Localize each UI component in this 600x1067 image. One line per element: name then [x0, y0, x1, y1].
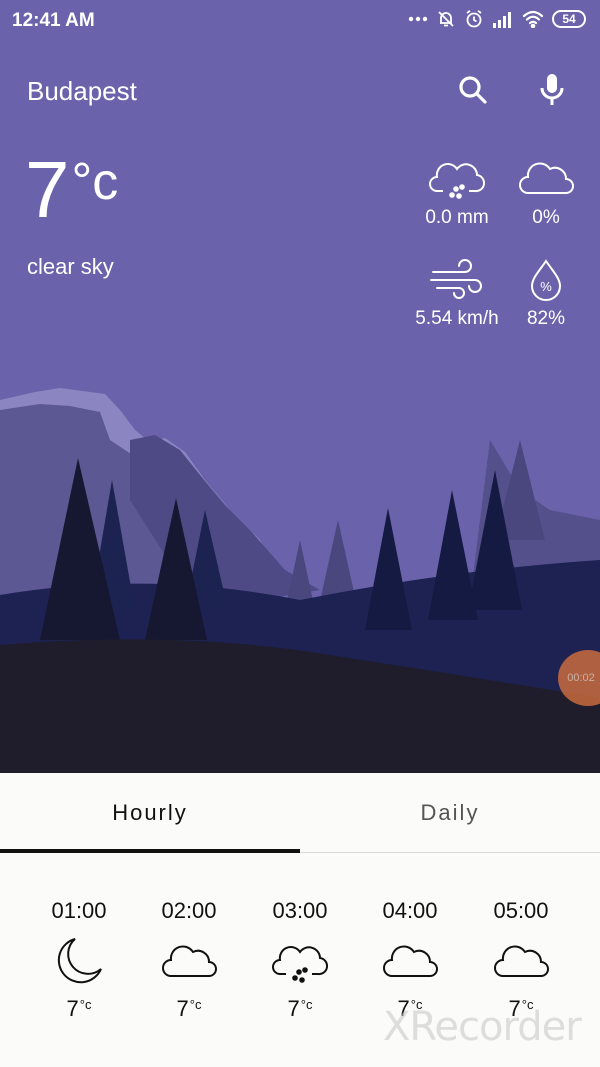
- hourly-temp-unit: °c: [300, 997, 313, 1012]
- hourly-time: 04:00: [382, 898, 438, 923]
- cloud-icon: [494, 945, 549, 977]
- signal-icon: [492, 10, 514, 28]
- recording-time: 00:02: [567, 672, 595, 684]
- city-name: Budapest: [27, 76, 137, 106]
- temperature-unit: °c: [71, 153, 119, 211]
- hourly-temperature: 7 °c: [67, 996, 92, 1022]
- status-bar: 12:41 AM 54: [0, 0, 600, 42]
- weather-condition: clear sky: [27, 254, 114, 279]
- hourly-temp-unit: °c: [189, 997, 202, 1012]
- hourly-time: 01:00: [51, 898, 107, 923]
- cloudiness-metric: 0%: [506, 157, 586, 229]
- alarm-icon: [464, 9, 484, 29]
- svg-text:%: %: [540, 279, 552, 294]
- wind-icon: [430, 259, 482, 299]
- battery-indicator: 54: [552, 10, 586, 28]
- voice-search-button[interactable]: [532, 70, 572, 110]
- microphone-icon: [540, 74, 564, 105]
- wind-value: 5.54 km/h: [415, 308, 499, 329]
- more-dots-icon: [408, 16, 428, 22]
- status-icons: 54: [408, 9, 586, 29]
- bell-muted-icon: [436, 9, 456, 29]
- tab-daily[interactable]: Daily: [300, 773, 600, 853]
- precipitation-value: 0.0 mm: [425, 207, 489, 228]
- hourly-temperature: 7 °c: [177, 996, 202, 1022]
- rain-cloud-icon: [272, 946, 328, 983]
- hourly-temp-value: 7: [287, 996, 300, 1021]
- weather-hero: 12:41 AM 54 Budapest 7 °c clear sky 0.0 …: [0, 0, 600, 773]
- humidity-metric: % 82%: [506, 258, 586, 330]
- search-icon: [459, 76, 487, 104]
- hourly-item: 03:00 7 °c: [245, 898, 355, 1022]
- hourly-temp-value: 7: [176, 996, 189, 1021]
- status-time: 12:41 AM: [12, 10, 95, 31]
- current-temperature: 7 °c: [25, 150, 118, 230]
- search-button[interactable]: [453, 70, 493, 110]
- rain-cloud-icon: [429, 163, 485, 199]
- precipitation-metric: 0.0 mm: [407, 157, 507, 229]
- hourly-temperature: 7 °c: [288, 996, 313, 1022]
- wifi-icon: [522, 10, 544, 28]
- cloud-icon: [383, 945, 438, 977]
- hourly-item: 01:00 7 °c: [24, 898, 134, 1022]
- wind-metric: 5.54 km/h: [402, 258, 512, 330]
- hourly-time: 02:00: [161, 898, 217, 923]
- active-tab-indicator: [0, 849, 300, 853]
- cloud-icon: [519, 162, 574, 194]
- hourly-item: 02:00 7 °c: [134, 898, 244, 1022]
- mountain-forest-illustration: [0, 388, 600, 773]
- temperature-value: 7: [25, 145, 70, 234]
- hourly-time: 05:00: [493, 898, 549, 923]
- hourly-temp-unit: °c: [79, 997, 92, 1012]
- hourly-temp-value: 7: [66, 996, 79, 1021]
- recorder-watermark: XRecorder: [383, 1004, 582, 1050]
- cloud-icon: [162, 945, 217, 977]
- humidity-value: 82%: [526, 308, 566, 329]
- cloudiness-value: 0%: [532, 207, 560, 228]
- hourly-time: 03:00: [272, 898, 328, 923]
- forecast-tabs: Hourly Daily: [0, 773, 600, 853]
- moon-icon: [57, 938, 102, 984]
- tab-hourly[interactable]: Hourly: [0, 773, 300, 853]
- humidity-drop-icon: %: [530, 259, 562, 301]
